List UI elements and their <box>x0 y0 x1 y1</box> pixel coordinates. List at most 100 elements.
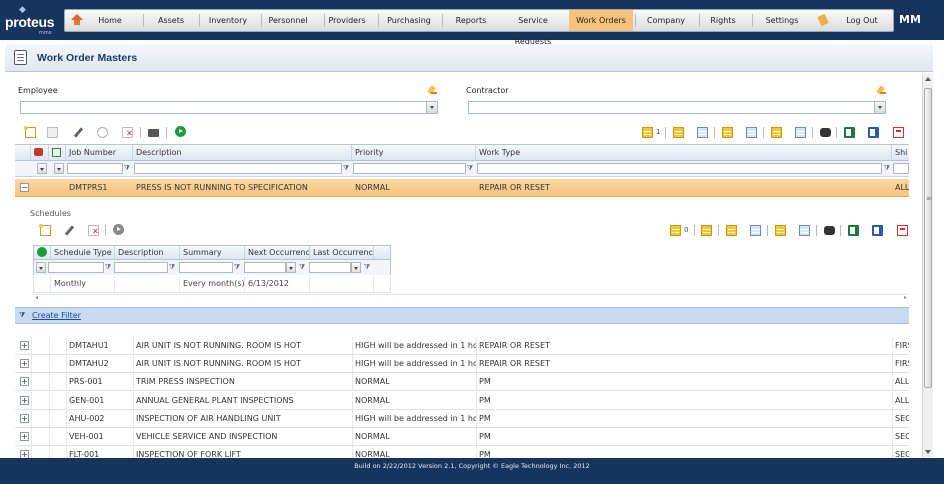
schedule-edit-icon[interactable] <box>64 225 75 236</box>
menu-home[interactable]: Home <box>89 10 131 31</box>
print-icon[interactable] <box>148 129 159 137</box>
schedule-description-filter-icon[interactable]: ⧩ <box>168 263 176 272</box>
table-row-selected[interactable]: − DMTPRS1 PRESS IS NOT RUNNING TO SPECIF… <box>15 179 909 197</box>
save-layout-icon[interactable] <box>722 127 733 138</box>
menu-assets[interactable]: Assets <box>151 10 191 31</box>
menu-service-requests[interactable]: Service Requests <box>499 10 567 46</box>
edit-icon[interactable] <box>73 127 84 138</box>
header-last-occurrence[interactable]: Last Occurrence <box>310 246 374 259</box>
schedule-summary-filter-input[interactable] <box>179 262 233 273</box>
schedule-export-word-icon[interactable] <box>872 225 883 236</box>
expand-row-icon[interactable]: + <box>20 377 29 387</box>
schedules-horizontal-scrollbar[interactable]: ◂ ▸ <box>33 294 909 301</box>
user-initials[interactable]: MM <box>899 13 921 26</box>
export-excel-icon[interactable] <box>844 127 855 138</box>
schedule-expand-all-icon[interactable] <box>775 225 786 236</box>
contractor-dropdown[interactable] <box>468 101 886 114</box>
schedule-export-pdf-icon[interactable] <box>897 225 908 236</box>
next-occurrence-filter-dropdown[interactable] <box>286 262 296 273</box>
last-occurrence-filter-dropdown[interactable] <box>351 262 361 273</box>
view-icon[interactable] <box>97 127 108 138</box>
priority-filter-icon[interactable]: ⧩ <box>466 164 474 173</box>
schedule-load-layout-icon[interactable] <box>750 225 761 236</box>
last-occurrence-filter-icon[interactable]: ⧩ <box>363 263 371 272</box>
next-occurrence-filter-icon[interactable]: ⧩ <box>298 263 306 272</box>
create-filter-link[interactable]: Create Filter <box>32 311 81 320</box>
page-vertical-scrollbar[interactable]: ≡ <box>922 74 933 457</box>
expand-row-icon[interactable]: + <box>20 432 29 441</box>
scroll-right-icon[interactable]: ▸ <box>904 294 907 301</box>
schedule-add-icon[interactable] <box>39 224 51 236</box>
menu-settings[interactable]: Settings <box>757 10 807 31</box>
header-schedule-summary[interactable]: Summary <box>180 246 245 259</box>
delete-icon[interactable] <box>122 127 133 138</box>
scrollbar-thumb[interactable] <box>924 88 932 388</box>
table-row[interactable]: + DMTAHU1 AIR UNIT IS NOT RUNNING. ROOM IS… <box>15 337 909 355</box>
table-row[interactable]: + AHU-002 INSPECTION OF AIR HANDLING UNIT H… <box>15 409 909 428</box>
schedule-description-filter-input[interactable] <box>114 262 168 273</box>
scroll-left-icon[interactable]: ◂ <box>35 294 38 301</box>
export-word-icon[interactable] <box>868 127 879 138</box>
shift-filter-input[interactable] <box>893 163 909 174</box>
table-row[interactable]: + PRS-001 TRIM PRESS INSPECTION NORMAL PM ALL <box>15 373 909 392</box>
load-layout-icon[interactable] <box>746 127 757 138</box>
schedule-export-excel-icon[interactable] <box>848 225 859 236</box>
employee-dropdown[interactable] <box>20 101 438 114</box>
contractor-dropdown-arrow-icon[interactable] <box>874 102 885 113</box>
header-schedule-description[interactable]: Description <box>115 246 180 259</box>
header-work-type[interactable]: Work Type <box>476 145 892 160</box>
copy-icon[interactable] <box>47 127 58 138</box>
schedule-status-filter-dropdown[interactable] <box>36 262 46 273</box>
table-row[interactable]: + VEH-001 VEHICLE SERVICE AND INSPECTION NO… <box>15 428 909 446</box>
find-icon[interactable] <box>820 128 831 137</box>
grid-columns-icon[interactable] <box>697 127 708 138</box>
home-icon[interactable] <box>71 14 83 26</box>
add-new-icon[interactable] <box>24 126 36 138</box>
work-type-filter-input[interactable] <box>477 163 882 174</box>
scroll-up-icon[interactable] <box>925 77 931 81</box>
schedule-type-filter-input[interactable] <box>48 262 104 273</box>
group-rows-icon[interactable] <box>642 127 653 138</box>
table-row[interactable]: + DMTAHU2 AIR UNIT IS NOT RUNNING. ROOM IS… <box>15 355 909 374</box>
schedule-type-filter-icon[interactable]: ⧩ <box>104 263 112 272</box>
priority-filter-input[interactable] <box>353 163 466 174</box>
work-type-filter-icon[interactable]: ⧩ <box>883 164 891 173</box>
expand-row-icon[interactable]: + <box>20 359 29 369</box>
scroll-down-icon[interactable] <box>925 450 931 454</box>
header-description[interactable]: Description <box>133 145 352 160</box>
last-occurrence-filter-input[interactable] <box>309 262 351 273</box>
header-priority[interactable]: Priority <box>352 145 476 160</box>
schedule-grid-layout-icon[interactable] <box>701 225 712 236</box>
description-filter-input[interactable] <box>134 163 342 174</box>
schedule-find-icon[interactable] <box>824 226 835 235</box>
menu-reports[interactable]: Reports <box>449 10 493 31</box>
job-number-filter-input[interactable] <box>67 163 123 174</box>
export-pdf-icon[interactable] <box>893 127 904 138</box>
schedule-delete-icon[interactable] <box>88 225 99 236</box>
schedule-collapse-all-icon[interactable] <box>799 225 810 236</box>
proteus-logo[interactable]: ◆ proteus mmx <box>5 5 63 37</box>
expand-row-icon[interactable]: + <box>20 395 29 405</box>
menu-work-orders[interactable]: Work Orders <box>569 10 633 31</box>
table-row[interactable]: + GEN-001 ANNUAL GENERAL PLANT INSPECTIONS… <box>15 391 909 410</box>
schedule-group-rows-icon[interactable] <box>670 225 681 236</box>
status-col-filter-dropdown[interactable] <box>54 163 64 174</box>
icon-col-filter-dropdown[interactable] <box>37 163 47 174</box>
schedule-row[interactable]: Monthly Every month(s) on day 13 6/13/20… <box>33 276 391 293</box>
header-shift[interactable]: Shi <box>892 145 909 160</box>
expand-row-icon[interactable]: + <box>20 413 29 423</box>
logout-icon[interactable] <box>817 14 829 26</box>
menu-company[interactable]: Company <box>639 10 693 31</box>
clear-contractor-icon[interactable] <box>877 85 887 95</box>
menu-inventory[interactable]: Inventory <box>203 10 253 31</box>
grid-layout-icon[interactable] <box>673 127 684 138</box>
expand-all-icon[interactable] <box>771 127 782 138</box>
menu-rights[interactable]: Rights <box>703 10 743 31</box>
menu-purchasing[interactable]: Purchasing <box>385 10 433 31</box>
header-schedule-type[interactable]: Schedule Type <box>51 246 115 259</box>
schedule-summary-filter-icon[interactable]: ⧩ <box>233 263 241 272</box>
employee-dropdown-arrow-icon[interactable] <box>426 102 437 113</box>
schedule-save-layout-icon[interactable] <box>726 225 737 236</box>
header-next-occurrence[interactable]: Next Occurrence <box>245 246 310 259</box>
description-filter-icon[interactable]: ⧩ <box>342 164 350 173</box>
